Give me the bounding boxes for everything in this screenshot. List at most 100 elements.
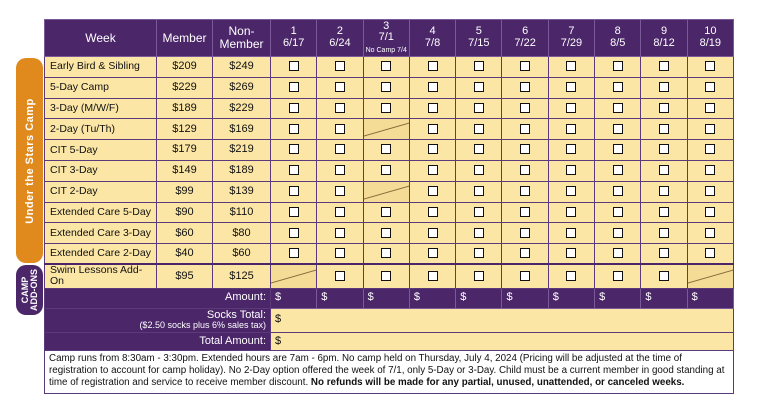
week-checkbox[interactable]	[381, 102, 392, 113]
week-checkbox[interactable]	[288, 227, 299, 238]
week-amount-field[interactable]: $	[501, 287, 549, 309]
week-checkbox[interactable]	[705, 206, 716, 217]
week-checkbox[interactable]	[473, 61, 484, 72]
week-checkbox[interactable]	[381, 144, 392, 155]
week-checkbox[interactable]	[705, 123, 716, 134]
week-checkbox[interactable]	[427, 144, 438, 155]
week-checkbox[interactable]	[427, 227, 438, 238]
week-checkbox[interactable]	[612, 270, 623, 281]
week-checkbox[interactable]	[334, 82, 345, 93]
week-checkbox[interactable]	[473, 144, 484, 155]
week-checkbox[interactable]	[334, 206, 345, 217]
week-checkbox[interactable]	[520, 82, 531, 93]
total-amount-field[interactable]: $	[270, 331, 734, 353]
week-checkbox[interactable]	[427, 186, 438, 196]
week-checkbox[interactable]	[288, 186, 299, 196]
week-checkbox[interactable]	[705, 144, 716, 155]
week-checkbox[interactable]	[334, 227, 345, 238]
socks-total-field[interactable]: $	[270, 307, 734, 333]
week-checkbox[interactable]	[427, 270, 438, 281]
week-checkbox[interactable]	[659, 165, 670, 176]
week-checkbox[interactable]	[520, 61, 531, 72]
week-checkbox[interactable]	[566, 165, 577, 176]
week-checkbox[interactable]	[612, 123, 623, 134]
week-checkbox[interactable]	[473, 123, 484, 134]
week-checkbox[interactable]	[427, 248, 438, 259]
week-amount-field[interactable]: $	[362, 287, 410, 309]
week-checkbox[interactable]	[427, 102, 438, 113]
week-checkbox[interactable]	[612, 248, 623, 259]
week-checkbox[interactable]	[520, 102, 531, 113]
week-checkbox[interactable]	[381, 82, 392, 93]
week-amount-field[interactable]: $	[269, 287, 318, 309]
week-checkbox[interactable]	[520, 123, 531, 134]
week-checkbox[interactable]	[288, 144, 299, 155]
week-checkbox[interactable]	[659, 186, 670, 196]
week-checkbox[interactable]	[381, 227, 392, 238]
week-checkbox[interactable]	[473, 165, 484, 176]
week-checkbox[interactable]	[566, 82, 577, 93]
week-checkbox[interactable]	[381, 206, 392, 217]
week-checkbox[interactable]	[520, 227, 531, 238]
week-checkbox[interactable]	[612, 206, 623, 217]
week-amount-field[interactable]: $	[547, 287, 596, 309]
week-checkbox[interactable]	[659, 206, 670, 217]
week-checkbox[interactable]	[659, 270, 670, 281]
week-checkbox[interactable]	[659, 123, 670, 134]
week-checkbox[interactable]	[566, 270, 577, 281]
week-checkbox[interactable]	[566, 61, 577, 72]
week-checkbox[interactable]	[566, 248, 577, 259]
week-checkbox[interactable]	[473, 102, 484, 113]
week-checkbox[interactable]	[473, 270, 484, 281]
week-checkbox[interactable]	[520, 270, 531, 281]
week-checkbox[interactable]	[427, 61, 438, 72]
week-amount-field[interactable]: $	[594, 287, 642, 309]
week-amount-field[interactable]: $	[316, 287, 364, 309]
week-checkbox[interactable]	[566, 206, 577, 217]
week-checkbox[interactable]	[705, 248, 716, 259]
week-checkbox[interactable]	[473, 82, 484, 93]
week-checkbox[interactable]	[659, 82, 670, 93]
week-checkbox[interactable]	[381, 270, 392, 281]
week-checkbox[interactable]	[612, 102, 623, 113]
week-checkbox[interactable]	[334, 270, 345, 281]
week-checkbox[interactable]	[705, 186, 716, 196]
week-checkbox[interactable]	[473, 227, 484, 238]
week-checkbox[interactable]	[473, 206, 484, 217]
week-checkbox[interactable]	[612, 144, 623, 155]
week-checkbox[interactable]	[427, 123, 438, 134]
week-checkbox[interactable]	[566, 144, 577, 155]
week-checkbox[interactable]	[659, 61, 670, 72]
week-checkbox[interactable]	[705, 227, 716, 238]
week-checkbox[interactable]	[705, 61, 716, 72]
week-checkbox[interactable]	[288, 206, 299, 217]
week-amount-field[interactable]: $	[640, 287, 688, 309]
week-checkbox[interactable]	[288, 82, 299, 93]
week-checkbox[interactable]	[612, 61, 623, 72]
week-checkbox[interactable]	[473, 248, 484, 259]
week-checkbox[interactable]	[612, 227, 623, 238]
week-checkbox[interactable]	[288, 123, 299, 134]
week-checkbox[interactable]	[659, 227, 670, 238]
week-checkbox[interactable]	[612, 82, 623, 93]
week-checkbox[interactable]	[288, 102, 299, 113]
week-checkbox[interactable]	[705, 82, 716, 93]
week-checkbox[interactable]	[334, 144, 345, 155]
week-checkbox[interactable]	[659, 102, 670, 113]
week-checkbox[interactable]	[705, 165, 716, 176]
week-checkbox[interactable]	[381, 248, 392, 259]
week-checkbox[interactable]	[334, 102, 345, 113]
week-checkbox[interactable]	[566, 123, 577, 134]
week-checkbox[interactable]	[288, 248, 299, 259]
week-checkbox[interactable]	[659, 248, 670, 259]
week-checkbox[interactable]	[334, 248, 345, 259]
week-checkbox[interactable]	[427, 82, 438, 93]
week-checkbox[interactable]	[659, 144, 670, 155]
week-checkbox[interactable]	[288, 61, 299, 72]
week-checkbox[interactable]	[427, 165, 438, 176]
week-checkbox[interactable]	[520, 186, 531, 196]
week-checkbox[interactable]	[334, 165, 345, 176]
week-checkbox[interactable]	[334, 61, 345, 72]
week-checkbox[interactable]	[334, 123, 345, 134]
week-amount-field[interactable]: $	[408, 287, 457, 309]
